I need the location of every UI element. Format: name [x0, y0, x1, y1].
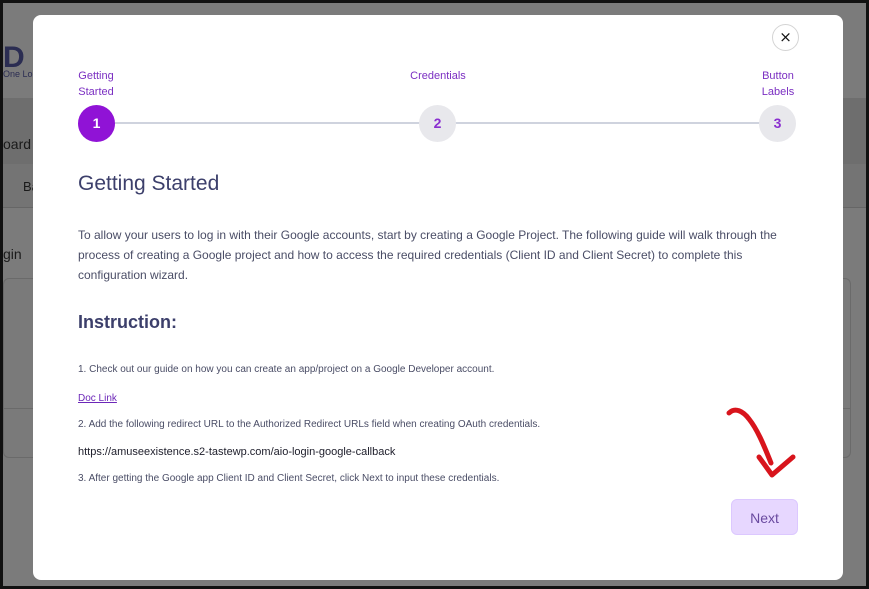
redirect-url: https://amuseexistence.s2-tastewp.com/ai… — [78, 446, 396, 458]
step-connector — [115, 122, 421, 124]
step-label-credentials: Credentials — [398, 68, 478, 84]
step-circle-2[interactable]: 2 — [419, 105, 456, 142]
background-logo-subtitle: One Lo — [3, 69, 33, 79]
instruction-step-1: 1. Check out our guide on how you can cr… — [78, 364, 495, 375]
intro-paragraph: To allow your users to log in with their… — [78, 228, 777, 282]
step-label-line: Started — [78, 86, 114, 98]
step-circle-1[interactable]: 1 — [78, 105, 115, 142]
next-button[interactable]: Next — [731, 499, 798, 535]
close-button[interactable]: × — [772, 24, 799, 51]
doc-link[interactable]: Doc Link — [78, 393, 117, 404]
step-circle-3[interactable]: 3 — [759, 105, 796, 142]
step-label-line: Button — [762, 70, 794, 82]
instruction-heading: Instruction: — [78, 312, 177, 332]
step-label-line: Getting — [78, 70, 114, 82]
step-connector — [455, 122, 761, 124]
instruction-step-3: 3. After getting the Google app Client I… — [78, 473, 500, 484]
instruction-step-2: 2. Add the following redirect URL to the… — [78, 419, 541, 430]
annotation-arrow-icon — [726, 407, 796, 478]
setup-wizard-modal: × Getting Started Credentials Button Lab… — [33, 15, 843, 580]
background-tab-dashboard: oard — [3, 136, 32, 152]
step-label-line: Labels — [761, 86, 795, 98]
background-section-label: gin — [3, 246, 22, 262]
step-label-line: Credentials — [410, 70, 466, 82]
step-label-getting-started: Getting Started — [66, 68, 126, 100]
step-label-button-labels: Button Labels — [748, 68, 808, 100]
page-title: Getting Started — [78, 172, 220, 195]
screenshot-frame: D L One Lo oard Ba gin × Getting Started… — [0, 0, 869, 589]
